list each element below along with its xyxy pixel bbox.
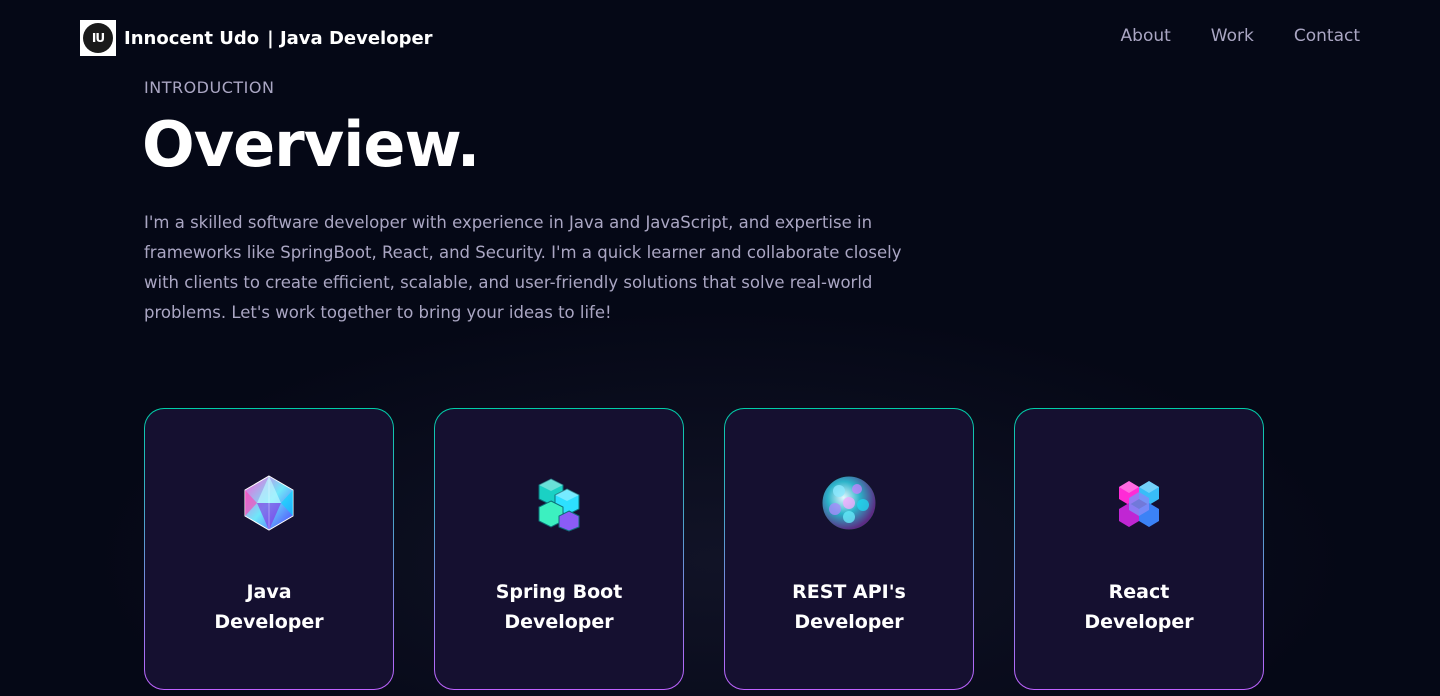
- card-title-line2: Developer: [794, 611, 904, 633]
- card-title: React Developer: [1084, 577, 1193, 637]
- card-body: REST API's Developer: [725, 409, 973, 689]
- service-cards: Java Developer Spring Boot Developer RES…: [144, 408, 1264, 690]
- service-card-rest-api[interactable]: REST API's Developer: [724, 408, 974, 690]
- nav-link-work[interactable]: Work: [1211, 26, 1254, 46]
- card-title-line2: Developer: [214, 611, 324, 633]
- hex-cubes-icon: [1107, 471, 1171, 535]
- service-card-spring-boot[interactable]: Spring Boot Developer: [434, 408, 684, 690]
- card-title: Java Developer: [214, 577, 323, 637]
- card-title-line1: React: [1108, 581, 1170, 603]
- nav-links: About Work Contact: [1121, 26, 1360, 46]
- service-card-java[interactable]: Java Developer: [144, 408, 394, 690]
- nav-link-contact[interactable]: Contact: [1294, 26, 1360, 46]
- section-title: Overview.: [142, 108, 480, 181]
- crystal-icosahedron-icon: [237, 471, 301, 535]
- card-title-line1: REST API's: [792, 581, 906, 603]
- navbar: IU Innocent Udo | Java Developer About W…: [0, 0, 1440, 76]
- brand-role: | Java Developer: [267, 27, 433, 49]
- logo-monogram: IU: [83, 23, 113, 53]
- brand-link[interactable]: IU Innocent Udo | Java Developer: [80, 20, 433, 56]
- logo: IU: [80, 20, 116, 56]
- sphere-mesh-icon: [817, 471, 881, 535]
- card-title: Spring Boot Developer: [496, 577, 623, 637]
- nav-link-about[interactable]: About: [1121, 26, 1171, 46]
- card-title-line1: Java: [246, 581, 292, 603]
- card-body: Java Developer: [145, 409, 393, 689]
- card-body: React Developer: [1015, 409, 1263, 689]
- card-title: REST API's Developer: [792, 577, 906, 637]
- cube-cluster-icon: [527, 471, 591, 535]
- card-body: Spring Boot Developer: [435, 409, 683, 689]
- section-subtitle: INTRODUCTION: [144, 78, 275, 97]
- brand-name: Innocent Udo: [124, 27, 260, 49]
- card-title-line1: Spring Boot: [495, 581, 623, 603]
- overview-description: I'm a skilled software developer with ex…: [144, 213, 902, 322]
- service-card-react[interactable]: React Developer: [1014, 408, 1264, 690]
- card-title-line2: Developer: [1084, 611, 1194, 633]
- card-title-line2: Developer: [504, 611, 614, 633]
